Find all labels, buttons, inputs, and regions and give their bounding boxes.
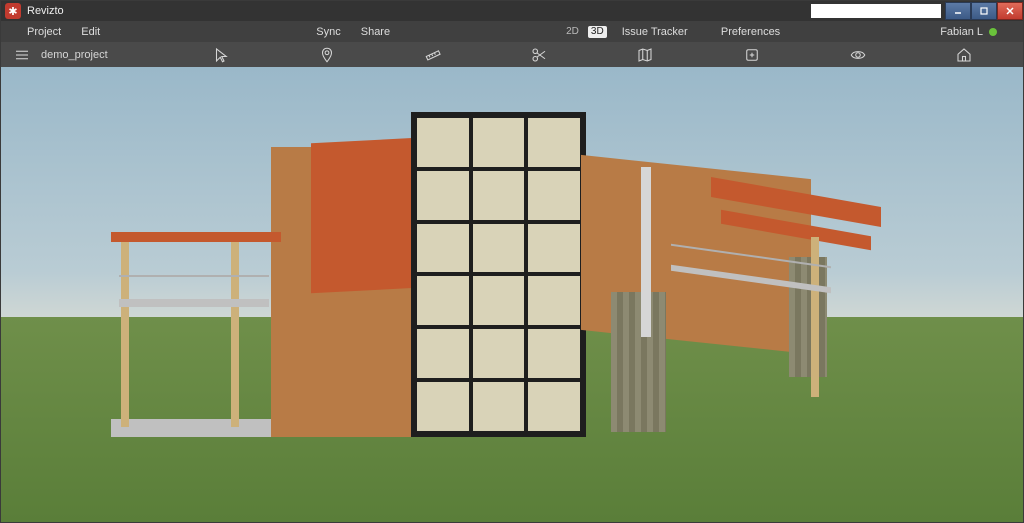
titlebar: ✱ Revizto xyxy=(1,1,1023,21)
location-pin-icon[interactable] xyxy=(312,43,342,67)
app-window: ✱ Revizto Project Edit Sync Share 2D 3D … xyxy=(0,0,1024,523)
window-controls xyxy=(945,2,1023,20)
view-2d-button[interactable]: 2D xyxy=(563,26,582,38)
search-input[interactable] xyxy=(811,4,941,18)
menu-project[interactable]: Project xyxy=(27,26,61,38)
view-3d-button[interactable]: 3D xyxy=(588,26,607,38)
app-title: Revizto xyxy=(27,5,64,17)
menu-preferences[interactable]: Preferences xyxy=(721,26,780,38)
menu-share[interactable]: Share xyxy=(361,26,390,38)
project-name: demo_project xyxy=(41,49,108,61)
user-name[interactable]: Fabian L xyxy=(940,26,983,38)
minimize-button[interactable] xyxy=(945,2,971,20)
menu-sync[interactable]: Sync xyxy=(316,26,340,38)
3d-viewport[interactable] xyxy=(1,67,1023,522)
section-cut-icon[interactable] xyxy=(524,43,554,67)
close-button[interactable] xyxy=(997,2,1023,20)
cursor-icon[interactable] xyxy=(206,43,236,67)
app-logo-icon: ✱ xyxy=(5,3,21,19)
status-indicator-icon xyxy=(989,28,997,36)
building-model xyxy=(111,77,871,437)
visibility-icon[interactable] xyxy=(843,43,873,67)
ruler-icon[interactable] xyxy=(418,43,448,67)
map-icon[interactable] xyxy=(630,43,660,67)
maximize-button[interactable] xyxy=(971,2,997,20)
home-icon[interactable] xyxy=(949,43,979,67)
menubar: Project Edit Sync Share 2D 3D Issue Trac… xyxy=(1,21,1023,42)
menu-edit[interactable]: Edit xyxy=(81,26,100,38)
menu-issue-tracker[interactable]: Issue Tracker xyxy=(622,26,688,38)
toolbar: demo_project xyxy=(1,42,1023,67)
hamburger-icon[interactable] xyxy=(7,43,37,67)
add-issue-icon[interactable] xyxy=(737,43,767,67)
